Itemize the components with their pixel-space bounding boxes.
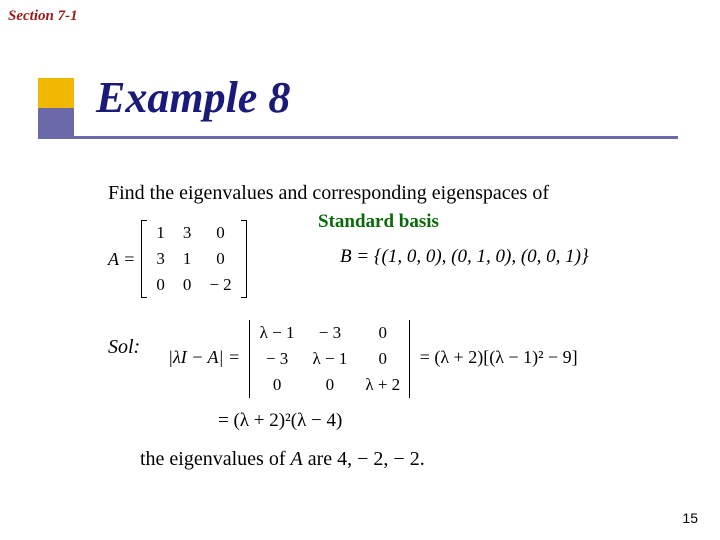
det-cell: λ − 1 (251, 320, 304, 346)
det-cell: 0 (251, 372, 304, 398)
problem-statement: Find the eigenvalues and corresponding e… (108, 182, 549, 205)
matrix-cell: 0 (200, 246, 240, 272)
result-prefix: the eigenvalues of (140, 448, 291, 470)
matrix-A-body: 1 3 0 3 1 0 0 0 − 2 (147, 220, 240, 298)
matrix-cell: 0 (147, 272, 174, 298)
det-cell: 0 (304, 372, 357, 398)
factored-form: = (λ + 2)²(λ − 4) (218, 410, 342, 432)
matrix-cell: 1 (174, 246, 201, 272)
solution-label: Sol: (108, 336, 140, 359)
determinant-equation: |λI − A| = λ − 1 − 3 0 − 3 λ − 1 0 0 0 λ… (168, 320, 578, 398)
matrix-cell: 3 (147, 246, 174, 272)
det-cell: λ + 2 (356, 372, 409, 398)
title-accent-gold (38, 78, 74, 108)
page-title: Example 8 (96, 72, 290, 123)
eigenvalue-result: the eigenvalues of A are 4, − 2, − 2. (140, 448, 425, 471)
section-header: Section 7-1 (8, 8, 78, 25)
matrix-A-label: A = (108, 249, 135, 270)
det-cell: 0 (356, 320, 409, 346)
det-cell: λ − 1 (304, 346, 357, 372)
det-cell: 0 (356, 346, 409, 372)
vbar-right-icon (409, 320, 411, 398)
det-body: λ − 1 − 3 0 − 3 λ − 1 0 0 0 λ + 2 (251, 320, 410, 398)
standard-basis-label: Standard basis (318, 211, 439, 233)
page-number: 15 (682, 510, 698, 526)
matrix-cell: 1 (147, 220, 174, 246)
det-cell: − 3 (304, 320, 357, 346)
title-accent-blue (38, 108, 74, 138)
bracket-right-icon (241, 220, 247, 298)
matrix-cell: 3 (174, 220, 201, 246)
det-cell: − 3 (251, 346, 304, 372)
title-underline (38, 136, 678, 139)
result-suffix: are 4, − 2, − 2. (303, 448, 425, 470)
matrix-cell: 0 (200, 220, 240, 246)
title-block: Example 8 (38, 78, 678, 158)
basis-B: B = {(1, 0, 0), (0, 1, 0), (0, 0, 1)} (340, 246, 589, 268)
matrix-cell: − 2 (200, 272, 240, 298)
matrix-A: A = 1 3 0 3 1 0 0 0 − 2 (108, 220, 247, 298)
det-lhs: |λI − A| = (168, 347, 240, 367)
matrix-cell: 0 (174, 272, 201, 298)
result-A: A (291, 448, 303, 470)
det-rhs: = (λ + 2)[(λ − 1)² − 9] (420, 347, 578, 367)
